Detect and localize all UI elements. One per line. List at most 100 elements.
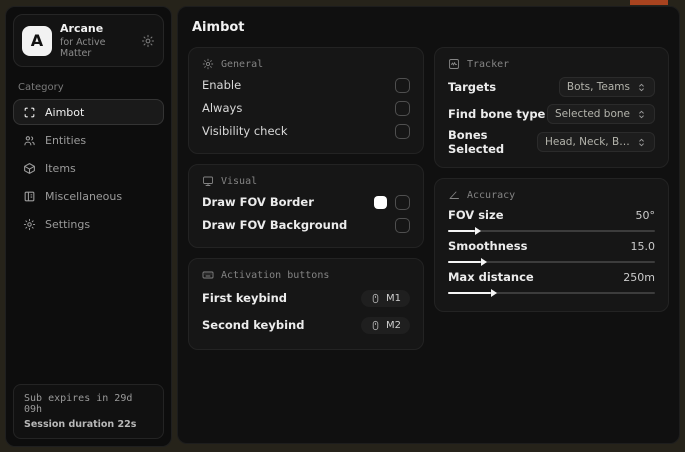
setting-label: Smoothness [447,239,528,253]
setting-label: Always [202,101,243,115]
cube-icon [23,162,36,175]
sliders-icon [202,58,214,70]
activation-card-header: Activation buttons [202,269,410,281]
left-column: General Enable Always Visibility check V… [188,47,424,350]
sidebar: A Arcane for Active Matter Category Aimb… [5,6,172,447]
sidebar-item-label: Items [45,161,76,175]
setting-label: FOV size [447,208,504,222]
checkbox-draw-fov-border[interactable] [394,194,410,210]
setting-row-visibility-check: Visibility check [202,120,410,142]
tracker-card: Tracker Targets Bots, Teams Find bone ty… [433,47,669,168]
right-column: Tracker Targets Bots, Teams Find bone ty… [433,47,669,312]
slider-value: 50° [635,208,656,222]
app-logo-card: A Arcane for Active Matter [13,14,164,67]
row-controls [373,194,410,210]
sidebar-item-items[interactable]: Items [13,155,164,181]
sidebar-item-aimbot[interactable]: Aimbot [13,99,164,125]
slider-fill [447,258,488,266]
find-bone-type-dropdown[interactable]: Selected bone [546,104,655,124]
section-title: Tracker [466,58,510,70]
fov-size-slider[interactable] [447,227,655,235]
sidebar-nav: Aimbot Entities Items Miscellaneous Sett… [6,99,171,237]
sidebar-item-label: Miscellaneous [45,189,123,203]
session-duration-text: Session duration 22s [24,419,137,430]
slider-value: 250m [623,270,655,284]
setting-label: Second keybind [202,318,305,332]
monitor-icon [203,176,213,186]
slider-head: Max distance 250m [448,270,655,284]
setting-row-always: Always [202,97,410,119]
sub-expiry-text: Sub expires in 29d 09h [24,393,133,415]
visual-card-header: Visual [202,175,410,187]
sidebar-item-settings[interactable]: Settings [13,211,164,237]
smoothness-slider[interactable] [447,258,655,266]
main-panel: Aimbot General Enable Always Visibility … [177,6,680,444]
setting-row-find-bone-type: Find bone type Selected bone [448,101,655,127]
keyboard-icon [202,271,214,279]
sidebar-item-entities[interactable]: Entities [13,127,164,153]
slider-fill [447,289,498,297]
targets-dropdown[interactable]: Bots, Teams [558,77,655,97]
setting-label: Enable [202,78,242,92]
section-title: Visual [221,175,258,187]
dropdown-value: Head, Neck, Body, Pe... [545,136,630,148]
mouse-icon [372,293,379,303]
section-title: Activation buttons [221,269,330,281]
setting-row-first-keybind: First keybind M1 [202,285,410,311]
setting-label: Draw FOV Border [202,195,314,209]
angle-icon [449,191,459,199]
first-keybind-button[interactable]: M1 [360,289,410,307]
second-keybind-button[interactable]: M2 [360,316,410,334]
setting-label: Targets [447,80,497,94]
slider-thumb[interactable] [491,289,498,297]
mouse-icon [372,320,379,330]
slider-fill [447,227,481,235]
checkbox-draw-fov-background[interactable] [394,217,410,233]
app-title: Arcane [60,22,104,35]
slider-block-max-distance: Max distance 250m [447,270,655,297]
unfold-icon [639,83,644,91]
sidebar-item-miscellaneous[interactable]: Miscellaneous [13,183,164,209]
slider-value: 15.0 [630,239,656,253]
sidebar-item-label: Settings [45,217,91,231]
app-window: { "background": { "game_artifact_color":… [0,0,685,452]
setting-row-second-keybind: Second keybind M2 [202,312,410,338]
color-swatch[interactable] [373,195,387,209]
checkbox-always[interactable] [394,100,410,116]
setting-label: Visibility check [202,124,288,138]
dropdown-value: Bots, Teams [566,81,630,93]
content-columns: General Enable Always Visibility check V… [188,47,669,350]
app-logo: A [22,25,52,56]
slider-thumb[interactable] [474,227,481,235]
setting-row-targets: Targets Bots, Teams [448,74,655,100]
sidebar-item-label: Aimbot [45,105,85,119]
checkbox-enable[interactable] [394,77,410,93]
gear-icon [23,218,36,231]
section-title: Accuracy [466,189,516,201]
setting-label: Bones Selected [447,128,505,156]
max-distance-slider[interactable] [447,289,655,297]
slider-head: FOV size 50° [448,208,655,222]
tracker-card-header: Tracker [448,58,655,70]
gear-icon[interactable] [141,34,155,48]
setting-label: Draw FOV Background [202,218,348,232]
activation-buttons-card: Activation buttons First keybind M1 Seco… [188,258,424,350]
section-title: General [221,58,264,70]
slider-head: Smoothness 15.0 [448,239,655,253]
dropdown-value: Selected bone [554,108,630,120]
users-icon [23,134,36,147]
layout-icon [23,190,36,203]
slider-thumb[interactable] [481,258,488,266]
checkbox-visibility-check[interactable] [394,123,410,139]
accuracy-card: Accuracy FOV size 50° Smoothness 15.0 Ma… [433,178,669,312]
bones-selected-dropdown[interactable]: Head, Neck, Body, Pe... [537,132,655,152]
setting-row-enable: Enable [202,74,410,96]
unfold-icon [639,138,644,146]
visual-card: Visual Draw FOV Border Draw FOV Backgrou… [188,164,424,248]
general-card-header: General [202,58,410,70]
setting-label: Find bone type [447,107,546,121]
game-background-artifact [630,0,668,5]
keybind-value: M1 [385,292,401,304]
general-card: General Enable Always Visibility check [188,47,424,154]
